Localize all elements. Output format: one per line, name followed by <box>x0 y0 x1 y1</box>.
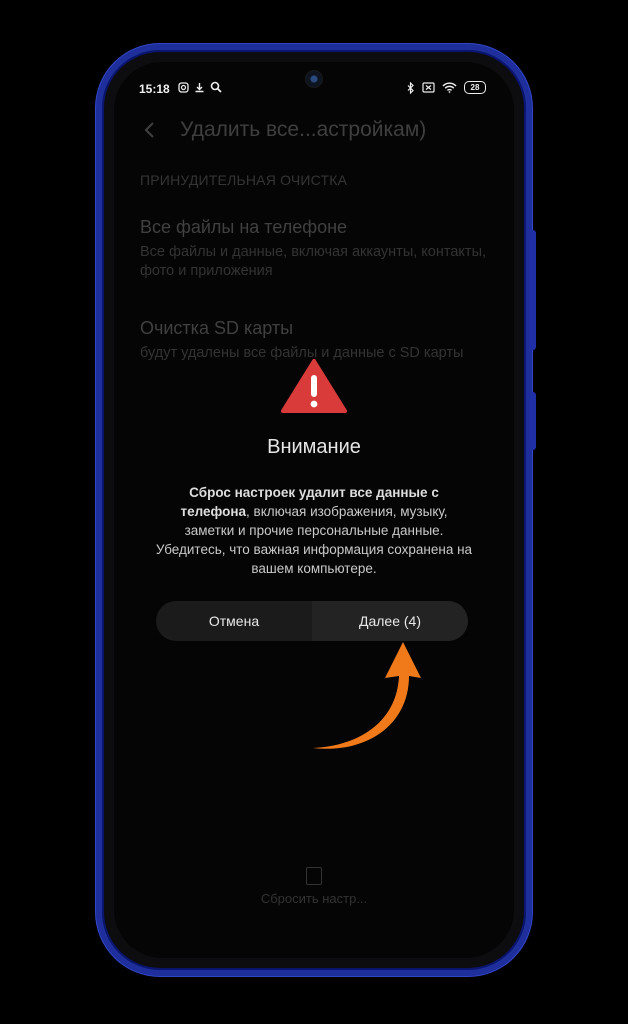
instagram-icon <box>178 81 189 93</box>
back-icon[interactable] <box>140 119 162 141</box>
bluetooth-icon <box>407 81 414 94</box>
battery-icon: 28 <box>464 81 486 94</box>
status-bar: 15:18 28 <box>114 80 514 100</box>
search-icon <box>210 81 222 93</box>
reset-icon <box>306 867 322 885</box>
list-item-all-files[interactable]: Все файлы на телефоне Все файлы и данные… <box>140 217 490 281</box>
sim-off-icon <box>422 82 435 93</box>
list-item-title: Очистка SD карты <box>140 318 294 338</box>
status-right-icons: 28 <box>407 81 486 94</box>
dialog-buttons: Отмена Далее (4) <box>156 601 468 641</box>
warning-dialog: Внимание Сброс настроек удалит все данны… <box>114 358 514 578</box>
top-bar: Удалить все...астройкам) <box>140 118 426 142</box>
cancel-button[interactable]: Отмена <box>156 601 312 641</box>
status-time: 15:18 <box>139 82 170 96</box>
reset-settings-label: Сбросить настр... <box>260 891 368 906</box>
status-left-icons <box>178 81 222 93</box>
warning-icon <box>281 359 347 413</box>
stage: 15:18 28 Удалить все...астройкам) ПРИНУД… <box>0 0 628 1024</box>
wifi-icon <box>442 82 457 93</box>
dialog-title: Внимание <box>267 436 361 458</box>
list-item-sd-card[interactable]: Очистка SD карты будут удалены все файлы… <box>140 318 490 363</box>
dialog-message: Сброс настроек удалит все данные с телеф… <box>154 483 474 578</box>
arrow-annotation-icon <box>313 642 421 749</box>
reset-settings-button[interactable]: Сбросить настр... <box>114 867 514 906</box>
list-item-title: Все файлы на телефоне <box>140 217 348 237</box>
download-icon <box>195 82 204 92</box>
page-title: Удалить все...астройкам) <box>180 118 427 141</box>
list-item-subtitle: Все файлы и данные, включая аккаунты, ко… <box>140 244 487 279</box>
section-label: ПРИНУДИТЕЛЬНАЯ ОЧИСТКА <box>140 172 348 188</box>
power-button <box>530 392 536 450</box>
volume-button <box>530 230 536 350</box>
screen: 15:18 28 Удалить все...астройкам) ПРИНУД… <box>114 62 514 958</box>
next-button[interactable]: Далее (4) <box>312 601 468 641</box>
